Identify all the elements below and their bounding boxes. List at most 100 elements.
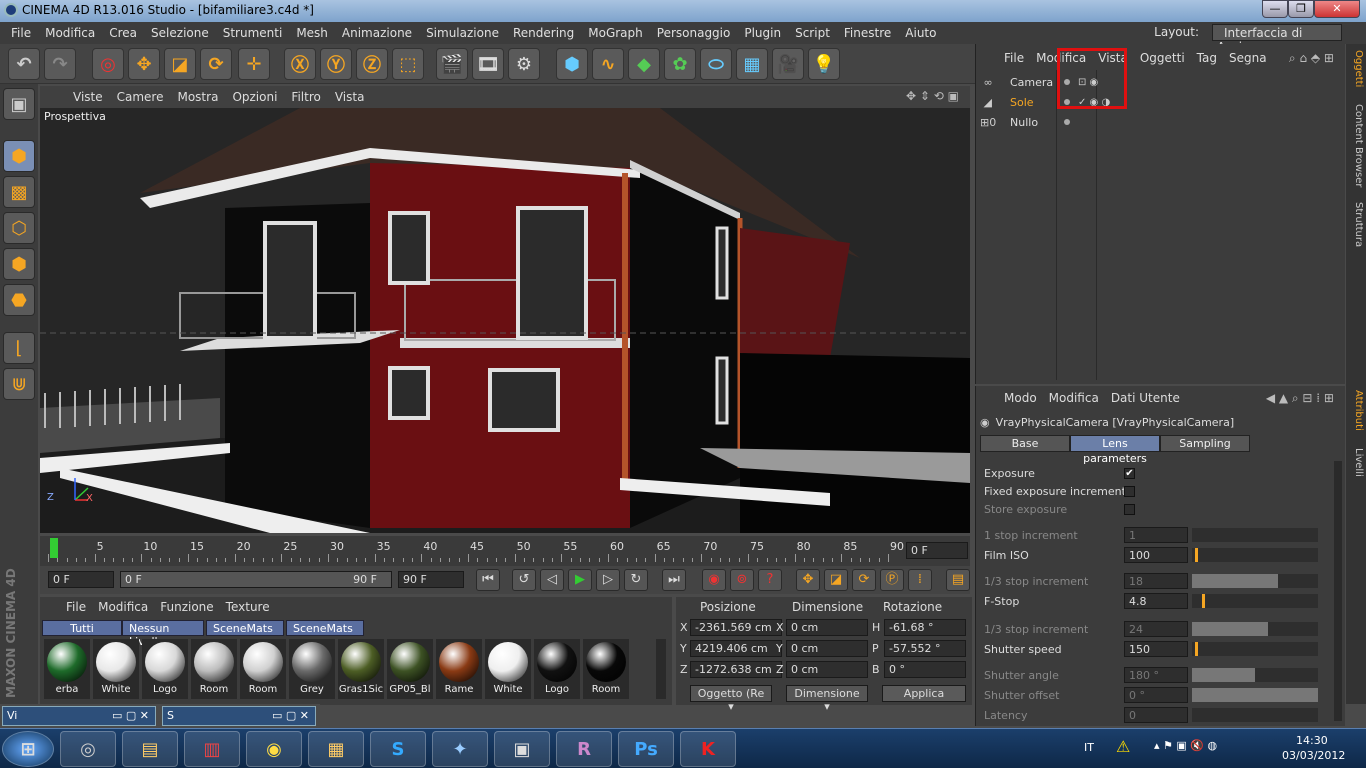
menu-plugin[interactable]: Plugin xyxy=(737,26,788,40)
apply-button[interactable]: Applica xyxy=(882,685,966,702)
coord-size-mode-select[interactable]: Dimensione ▾ xyxy=(786,685,868,713)
keyframe-help-icon[interactable]: ? xyxy=(758,569,782,591)
material-menu-funzione[interactable]: Funzione xyxy=(154,600,219,614)
goto-start-icon[interactable]: ⏮ xyxy=(476,569,500,591)
tab-lens-parameters[interactable]: Lens parameters xyxy=(1070,435,1160,465)
material-tab-nessun-livello[interactable]: Nessun Livello xyxy=(122,620,204,648)
attr-value-field[interactable]: 4.8 xyxy=(1124,593,1188,609)
minimized-window-1[interactable]: Vi ▭ ▢ ✕ xyxy=(2,706,156,726)
timeline-ruler[interactable]: 051015202530354045505560657075808590 xyxy=(48,540,904,562)
prev-key-icon[interactable]: ↺ xyxy=(512,569,536,591)
menu-mograph[interactable]: MoGraph xyxy=(581,26,650,40)
redo-icon[interactable]: ↷ xyxy=(44,48,76,80)
viewport-menu-opzioni[interactable]: Opzioni xyxy=(225,90,284,104)
rhino-taskbar-icon[interactable]: R xyxy=(556,731,612,767)
menu-modifica[interactable]: Modifica xyxy=(38,26,102,40)
texture-mode-icon[interactable]: ▩ xyxy=(3,176,35,208)
points-mode-icon[interactable]: ⬡ xyxy=(3,212,35,244)
sidetab-livelli[interactable]: Livelli xyxy=(1348,448,1364,477)
timeline-window-icon[interactable]: ▤ xyxy=(946,569,970,591)
sidetab-oggetti[interactable]: Oggetti xyxy=(1348,50,1364,87)
explorer-taskbar-icon[interactable]: ▤ xyxy=(122,731,178,767)
attr-menu-modo[interactable]: Modo xyxy=(998,391,1043,405)
move-tool-icon[interactable]: ✥ xyxy=(128,48,160,80)
lock-z-icon[interactable]: Ⓩ xyxy=(356,48,388,80)
material-swatch[interactable]: Rame xyxy=(436,639,482,699)
viewport-menu-filtro[interactable]: Filtro xyxy=(284,90,327,104)
coordinate-system-icon[interactable]: ⬚ xyxy=(392,48,424,80)
tab-base[interactable]: Base xyxy=(980,435,1070,452)
material-swatch[interactable]: Grey xyxy=(289,639,335,699)
attr-value-field[interactable]: 24 xyxy=(1124,621,1188,637)
attr-slider[interactable] xyxy=(1192,688,1318,702)
attr-slider[interactable] xyxy=(1192,642,1318,656)
record-icon[interactable]: ◉ xyxy=(702,569,726,591)
material-tab-tutti[interactable]: Tutti xyxy=(42,620,122,636)
key-scale-icon[interactable]: ◪ xyxy=(824,569,848,591)
attr-slider-handle[interactable] xyxy=(1194,642,1198,656)
material-swatch[interactable]: Logo xyxy=(142,639,188,699)
rotate-tool-icon[interactable]: ⟳ xyxy=(200,48,232,80)
attr-slider-handle[interactable] xyxy=(1202,594,1206,608)
layout-select[interactable]: Interfaccia di Avvio ▾ xyxy=(1212,24,1342,54)
attr-value-field[interactable]: 180 ° xyxy=(1124,667,1188,683)
attr-slider[interactable] xyxy=(1192,708,1318,722)
object-menu-tag[interactable]: Tag xyxy=(1191,51,1223,65)
workplane-icon[interactable]: ⌊ xyxy=(3,332,35,364)
material-swatch[interactable]: Room xyxy=(191,639,237,699)
attr-value-field[interactable]: 0 xyxy=(1124,707,1188,723)
menu-file[interactable]: File xyxy=(4,26,38,40)
coord-rotation-field[interactable]: 0 ° xyxy=(884,661,966,678)
attr-slider-handle[interactable] xyxy=(1194,548,1198,562)
pdf-taskbar-icon[interactable]: ▥ xyxy=(184,731,240,767)
tab-sampling[interactable]: Sampling xyxy=(1160,435,1250,452)
material-tab-scenemats-1[interactable]: SceneMats xyxy=(206,620,284,636)
material-swatch[interactable]: GP05_Bl xyxy=(387,639,433,699)
object-row-nullo[interactable]: ⊞0 Nullo xyxy=(980,112,1345,132)
warning-icon[interactable]: ⚠ xyxy=(1116,737,1130,756)
nurbs-icon[interactable]: ◆ xyxy=(628,48,660,80)
material-swatch[interactable]: Room xyxy=(583,639,629,699)
attr-menu-dati-utente[interactable]: Dati Utente xyxy=(1105,391,1186,405)
render-view-icon[interactable]: 🎬 xyxy=(436,48,468,80)
material-menu-file[interactable]: File xyxy=(60,600,92,614)
end-frame-field[interactable]: 90 F xyxy=(398,571,464,588)
viewport-menu-vista[interactable]: Vista xyxy=(328,90,372,104)
menu-rendering[interactable]: Rendering xyxy=(506,26,581,40)
coord-mode-select[interactable]: Oggetto (Re ▾ xyxy=(690,685,772,713)
chrome-taskbar-icon[interactable]: ◉ xyxy=(246,731,302,767)
minimize-button[interactable]: — xyxy=(1262,0,1288,18)
start-button-icon[interactable]: ⊞ xyxy=(2,731,54,767)
render-picture-viewer-icon[interactable]: 🎞 xyxy=(472,48,504,80)
attr-value-field[interactable]: 0 ° xyxy=(1124,687,1188,703)
attr-checkbox[interactable] xyxy=(1124,503,1135,515)
material-menu-modifica[interactable]: Modifica xyxy=(92,600,154,614)
menu-animazione[interactable]: Animazione xyxy=(335,26,419,40)
edges-mode-icon[interactable]: ⬢ xyxy=(3,248,35,280)
viewport-menu-camere[interactable]: Camere xyxy=(110,90,171,104)
menu-personaggio[interactable]: Personaggio xyxy=(650,26,738,40)
key-rotation-icon[interactable]: ⟳ xyxy=(852,569,876,591)
object-row-sole[interactable]: ◢ Sole ✓ ◉ ◑ xyxy=(980,92,1345,112)
scale-tool-icon[interactable]: ◪ xyxy=(164,48,196,80)
goto-end-icon[interactable]: ⏭ xyxy=(662,569,686,591)
floor-icon[interactable]: ▦ xyxy=(736,48,768,80)
start-frame-field[interactable]: 0 F xyxy=(48,571,114,588)
attr-slider[interactable] xyxy=(1192,594,1318,608)
material-swatch[interactable]: Logo xyxy=(534,639,580,699)
current-frame-field[interactable]: 0 F xyxy=(906,542,968,559)
object-search-icon[interactable]: ⌕ ⌂ ⬘ ⊞ xyxy=(1283,51,1340,66)
menu-finestre[interactable]: Finestre xyxy=(837,26,898,40)
photoshop-taskbar-icon[interactable]: Ps xyxy=(618,731,674,767)
visibility-dot[interactable] xyxy=(1064,119,1070,125)
menu-mesh[interactable]: Mesh xyxy=(289,26,335,40)
sidetab-attributi[interactable]: Attributi xyxy=(1348,390,1364,431)
model-mode-icon[interactable]: ⬢ xyxy=(3,140,35,172)
film-taskbar-icon[interactable]: ▣ xyxy=(494,731,550,767)
material-swatch[interactable]: erba xyxy=(44,639,90,699)
light-icon[interactable]: 💡 xyxy=(808,48,840,80)
key-param-icon[interactable]: Ⓟ xyxy=(880,569,904,591)
folder-taskbar-icon[interactable]: ▦ xyxy=(308,731,364,767)
attr-slider[interactable] xyxy=(1192,622,1318,636)
lock-x-icon[interactable]: Ⓧ xyxy=(284,48,316,80)
